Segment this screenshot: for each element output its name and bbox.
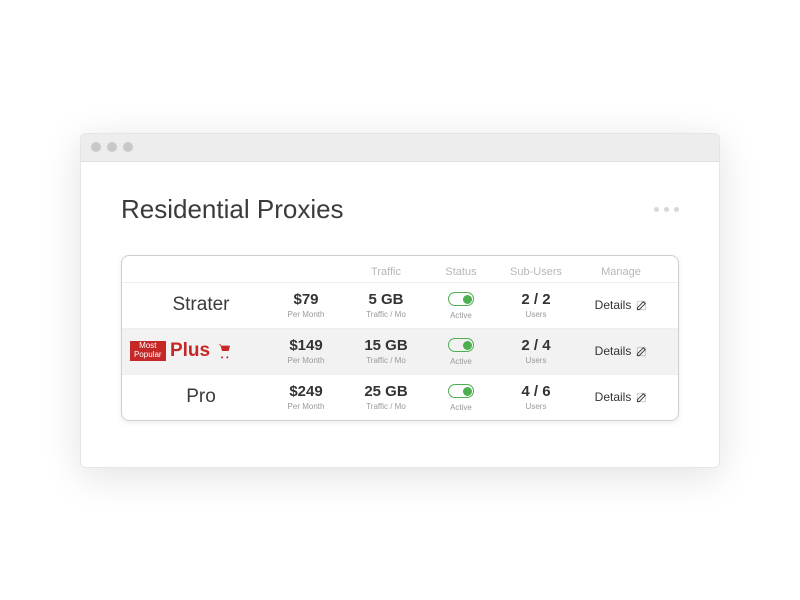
price-sublabel: Per Month xyxy=(266,310,346,319)
dot-icon xyxy=(674,207,679,212)
window-dot-icon xyxy=(123,142,133,152)
status-label: Active xyxy=(426,403,496,412)
details-button[interactable]: Details xyxy=(576,298,666,312)
dot-icon xyxy=(664,207,669,212)
toggle-knob-icon xyxy=(463,341,472,350)
status-toggle[interactable] xyxy=(448,292,474,306)
details-button[interactable]: Details xyxy=(576,344,666,358)
details-label: Details xyxy=(595,390,632,404)
subusers-sublabel: Users xyxy=(496,310,576,319)
edit-icon xyxy=(636,300,647,311)
subusers-sublabel: Users xyxy=(496,356,576,365)
plan-subusers: 2 / 4 xyxy=(496,337,576,354)
edit-icon xyxy=(636,346,647,357)
plans-table: _ _ Traffic Status Sub-Users Manage Stra… xyxy=(121,255,679,421)
window-dot-icon xyxy=(91,142,101,152)
most-popular-badge: Most Popular xyxy=(130,341,166,361)
app-window: Residential Proxies _ _ Traffic Status S… xyxy=(80,133,720,468)
plan-price: $149 xyxy=(266,337,346,354)
titlebar xyxy=(81,134,719,162)
page-header: Residential Proxies xyxy=(121,194,679,225)
status-label: Active xyxy=(426,357,496,366)
header-traffic: Traffic xyxy=(346,266,426,278)
plan-row: Most Popular Plus $149 Per Month 15 GB T… xyxy=(122,328,678,374)
dot-icon xyxy=(654,207,659,212)
traffic-sublabel: Traffic / Mo xyxy=(346,310,426,319)
header-subusers: Sub-Users xyxy=(496,266,576,278)
plan-row: Strater $79 Per Month 5 GB Traffic / Mo … xyxy=(122,282,678,328)
status-label: Active xyxy=(426,311,496,320)
subusers-sublabel: Users xyxy=(496,402,576,411)
edit-icon xyxy=(636,392,647,403)
window-dot-icon xyxy=(107,142,117,152)
price-sublabel: Per Month xyxy=(266,402,346,411)
more-options-button[interactable] xyxy=(654,207,679,212)
content-area: Residential Proxies _ _ Traffic Status S… xyxy=(81,162,719,467)
plan-subusers: 2 / 2 xyxy=(496,291,576,308)
details-button[interactable]: Details xyxy=(576,390,666,404)
status-toggle[interactable] xyxy=(448,384,474,398)
toggle-knob-icon xyxy=(463,387,472,396)
price-sublabel: Per Month xyxy=(266,356,346,365)
traffic-sublabel: Traffic / Mo xyxy=(346,402,426,411)
header-status: Status xyxy=(426,266,496,278)
details-label: Details xyxy=(595,344,632,358)
plan-traffic: 15 GB xyxy=(346,337,426,354)
plan-traffic: 25 GB xyxy=(346,383,426,400)
cart-icon xyxy=(216,343,232,359)
plan-name: Strater xyxy=(172,294,229,316)
plan-name: Plus xyxy=(170,340,210,362)
traffic-sublabel: Traffic / Mo xyxy=(346,356,426,365)
plan-subusers: 4 / 6 xyxy=(496,383,576,400)
plan-price: $249 xyxy=(266,383,346,400)
details-label: Details xyxy=(595,298,632,312)
status-toggle[interactable] xyxy=(448,338,474,352)
plan-row: Pro $249 Per Month 25 GB Traffic / Mo Ac… xyxy=(122,374,678,420)
page-title: Residential Proxies xyxy=(121,194,344,225)
toggle-knob-icon xyxy=(463,295,472,304)
plan-traffic: 5 GB xyxy=(346,291,426,308)
table-header-row: _ _ Traffic Status Sub-Users Manage xyxy=(122,256,678,282)
header-manage: Manage xyxy=(576,266,666,278)
plan-price: $79 xyxy=(266,291,346,308)
plan-name: Pro xyxy=(186,386,216,408)
